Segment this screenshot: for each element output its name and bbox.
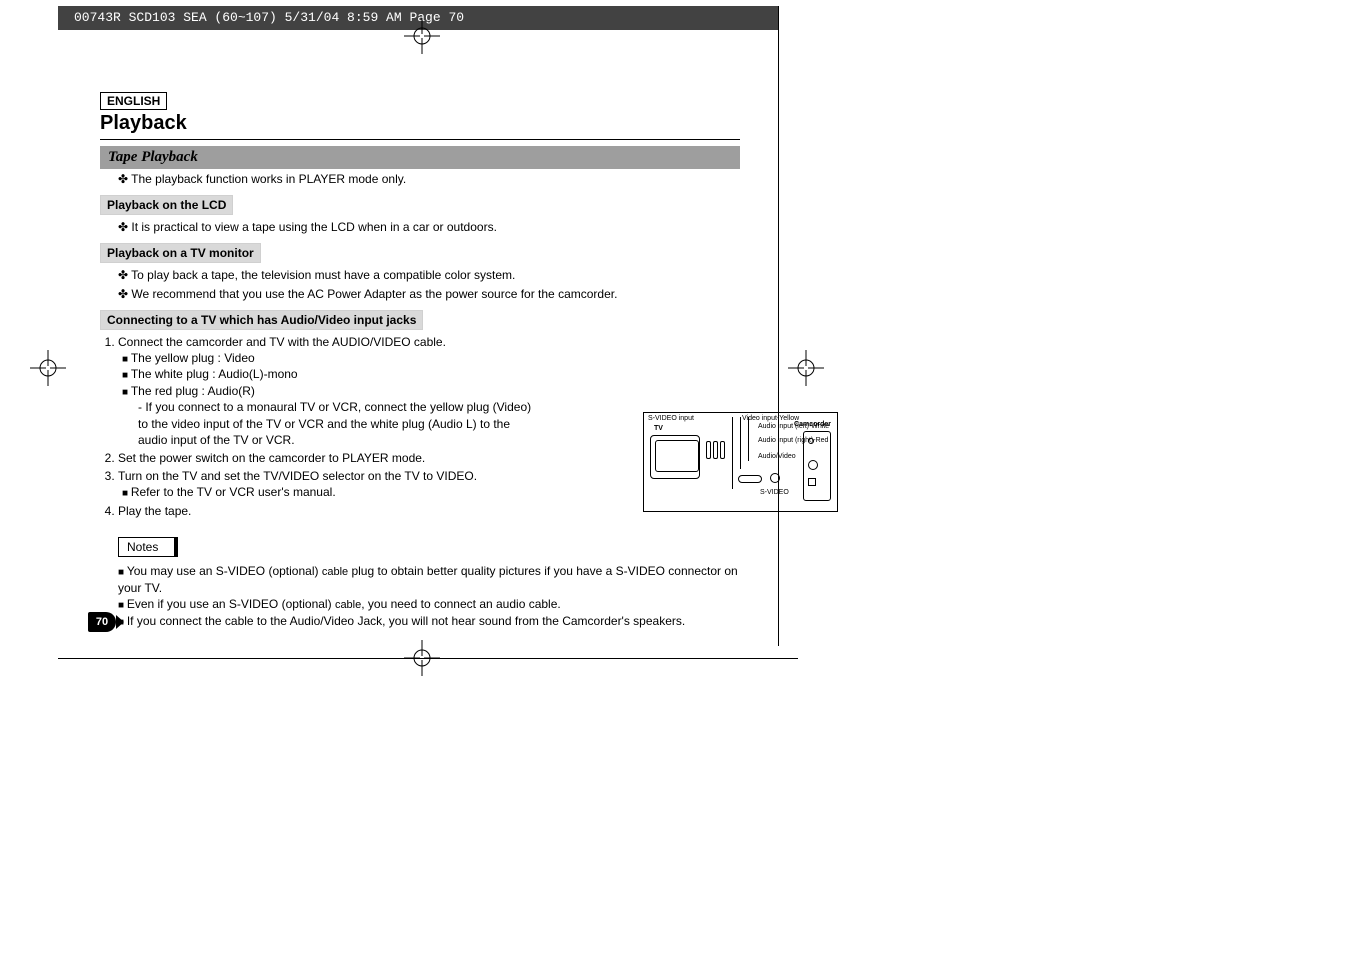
jack-icon xyxy=(808,478,816,486)
step-3-text: Turn on the TV and set the TV/VIDEO sele… xyxy=(118,469,477,483)
connect-steps: Connect the camcorder and TV with the AU… xyxy=(100,334,535,519)
language-tag: ENGLISH xyxy=(100,92,167,110)
notes-label: Notes xyxy=(127,540,158,554)
step-2: Set the power switch on the camcorder to… xyxy=(118,450,535,466)
note-3: If you connect the cable to the Audio/Vi… xyxy=(100,613,740,630)
lbl-av: Audio/Video xyxy=(758,453,796,460)
note-2a: Even if you use an S-VIDEO (optional) xyxy=(127,597,335,611)
note-1a: You may use an S-VIDEO (optional) xyxy=(127,564,322,578)
subheading-connect: Connecting to a TV which has Audio/Video… xyxy=(100,310,423,330)
section-header: Tape Playback xyxy=(100,146,740,169)
note-2b: cable xyxy=(335,599,361,611)
step-4: Play the tape. xyxy=(118,503,535,519)
plug-white: The white plug : Audio(L)-mono xyxy=(118,366,535,383)
step-3: Turn on the TV and set the TV/VIDEO sele… xyxy=(118,468,535,501)
intro-line: The playback function works in PLAYER mo… xyxy=(100,171,740,187)
plug-red: The red plug : Audio(R) xyxy=(118,383,535,400)
crop-mark-top xyxy=(404,18,440,54)
camcorder-label: Camcorder xyxy=(794,421,831,428)
note-2c: , you need to connect an audio cable. xyxy=(361,597,560,611)
note-1b: cable xyxy=(322,566,348,578)
lbl-svideo-input: S-VIDEO input xyxy=(648,415,694,422)
note-2: Even if you use an S-VIDEO (optional) ca… xyxy=(100,596,740,613)
svideo-connector-icon xyxy=(770,473,780,483)
camcorder-icon xyxy=(803,431,831,501)
note-1: You may use an S-VIDEO (optional) cable … xyxy=(100,563,740,596)
plug-yellow: The yellow plug : Video xyxy=(118,350,535,367)
cable-icon xyxy=(732,417,733,489)
tv-label: TV xyxy=(654,425,663,432)
notes-heading-box: Notes xyxy=(118,537,178,557)
crop-mark-right xyxy=(788,350,824,386)
svideo-plug-icon xyxy=(738,475,762,483)
step-3-note: Refer to the TV or VCR user's manual. xyxy=(118,484,535,501)
cable-icon xyxy=(740,417,741,469)
page-trim-bottom xyxy=(58,658,798,659)
lbl-sv: S-VIDEO xyxy=(760,489,789,496)
plug-red-note: If you connect to a monaural TV or VCR, … xyxy=(118,399,535,448)
tv-line1: To play back a tape, the television must… xyxy=(100,267,740,283)
title-rule xyxy=(100,139,740,140)
tv-icon xyxy=(650,435,700,479)
crop-mark-left xyxy=(30,350,66,386)
page-title: Playback xyxy=(100,112,740,135)
cable-icon xyxy=(748,417,749,461)
jack-icon xyxy=(808,438,814,444)
lbl-video-in: Video input-Yellow xyxy=(742,415,799,422)
jack-icon xyxy=(808,460,818,470)
step-1-text: Connect the camcorder and TV with the AU… xyxy=(118,335,446,349)
rca-plugs-icon xyxy=(706,441,732,471)
lcd-line1: It is practical to view a tape using the… xyxy=(100,219,740,235)
tv-line2: We recommend that you use the AC Power A… xyxy=(100,286,740,302)
page-trim-right xyxy=(778,6,779,646)
page-body: ENGLISH Playback Tape Playback The playb… xyxy=(100,92,740,629)
subheading-lcd: Playback on the LCD xyxy=(100,195,233,215)
subheading-tv: Playback on a TV monitor xyxy=(100,243,261,263)
step-1: Connect the camcorder and TV with the AU… xyxy=(118,334,535,448)
connection-diagram: S-VIDEO input Video input-Yellow Audio i… xyxy=(643,412,838,512)
